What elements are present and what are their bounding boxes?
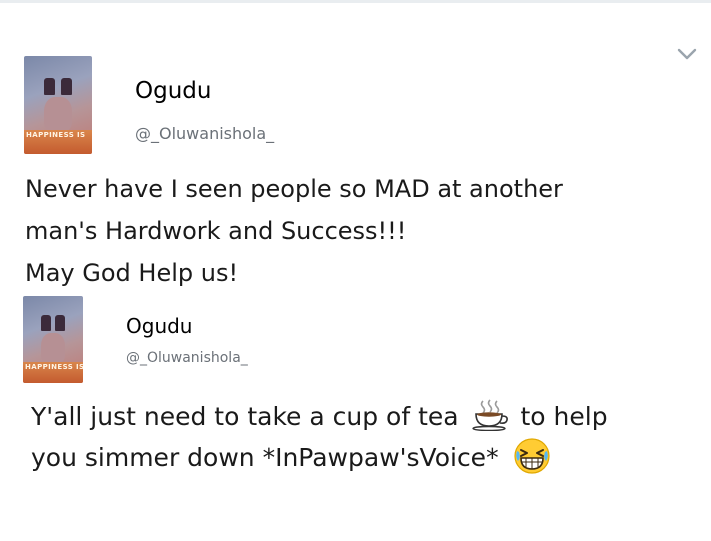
tweet-text-line: you simmer down *InPawpaw'sVoice* <box>31 437 691 478</box>
tweet-text-line: Y'all just need to take a cup of tea to … <box>31 396 691 437</box>
top-divider <box>0 0 711 3</box>
avatar-shoe-right <box>60 77 72 96</box>
tweet-text-line: May God Help us! <box>25 259 239 287</box>
avatar[interactable]: HAPPINESS IS <box>23 296 83 383</box>
user-handle[interactable]: @_Oluwanishola_ <box>135 124 274 143</box>
grinning-squinting-face-icon <box>513 438 550 474</box>
avatar-banner-text: HAPPINESS IS <box>25 363 83 372</box>
tweet-text-segment: you simmer down *InPawpaw'sVoice* <box>31 443 499 472</box>
avatar-banner: HAPPINESS IS <box>23 362 83 383</box>
tweet-text-segment: to help <box>520 402 608 431</box>
hot-beverage-icon <box>471 399 508 431</box>
avatar-shoe-right <box>55 315 65 331</box>
avatar-banner-text: HAPPINESS IS <box>26 131 86 140</box>
display-name[interactable]: Ogudu <box>126 314 192 338</box>
tweet-text-segment: Y'all just need to take a cup of tea <box>31 402 459 431</box>
user-handle[interactable]: @_Oluwanishola_ <box>126 350 248 366</box>
tweet-text-line: man's Hardwork and Success!!! <box>25 217 407 245</box>
avatar-shoe-left <box>44 77 56 96</box>
avatar-figure <box>44 97 72 133</box>
avatar-figure <box>41 332 65 364</box>
tweet-text: Never have I seen people so MAD at anoth… <box>25 168 685 294</box>
avatar-shoe-left <box>41 315 51 331</box>
tweet-text-line: Never have I seen people so MAD at anoth… <box>25 175 563 203</box>
chevron-down-icon[interactable] <box>675 44 699 64</box>
avatar-banner: HAPPINESS IS <box>24 130 92 154</box>
tweet-text: Y'all just need to take a cup of tea to … <box>31 396 691 478</box>
display-name[interactable]: Ogudu <box>135 78 211 104</box>
avatar[interactable]: HAPPINESS IS <box>24 56 92 154</box>
